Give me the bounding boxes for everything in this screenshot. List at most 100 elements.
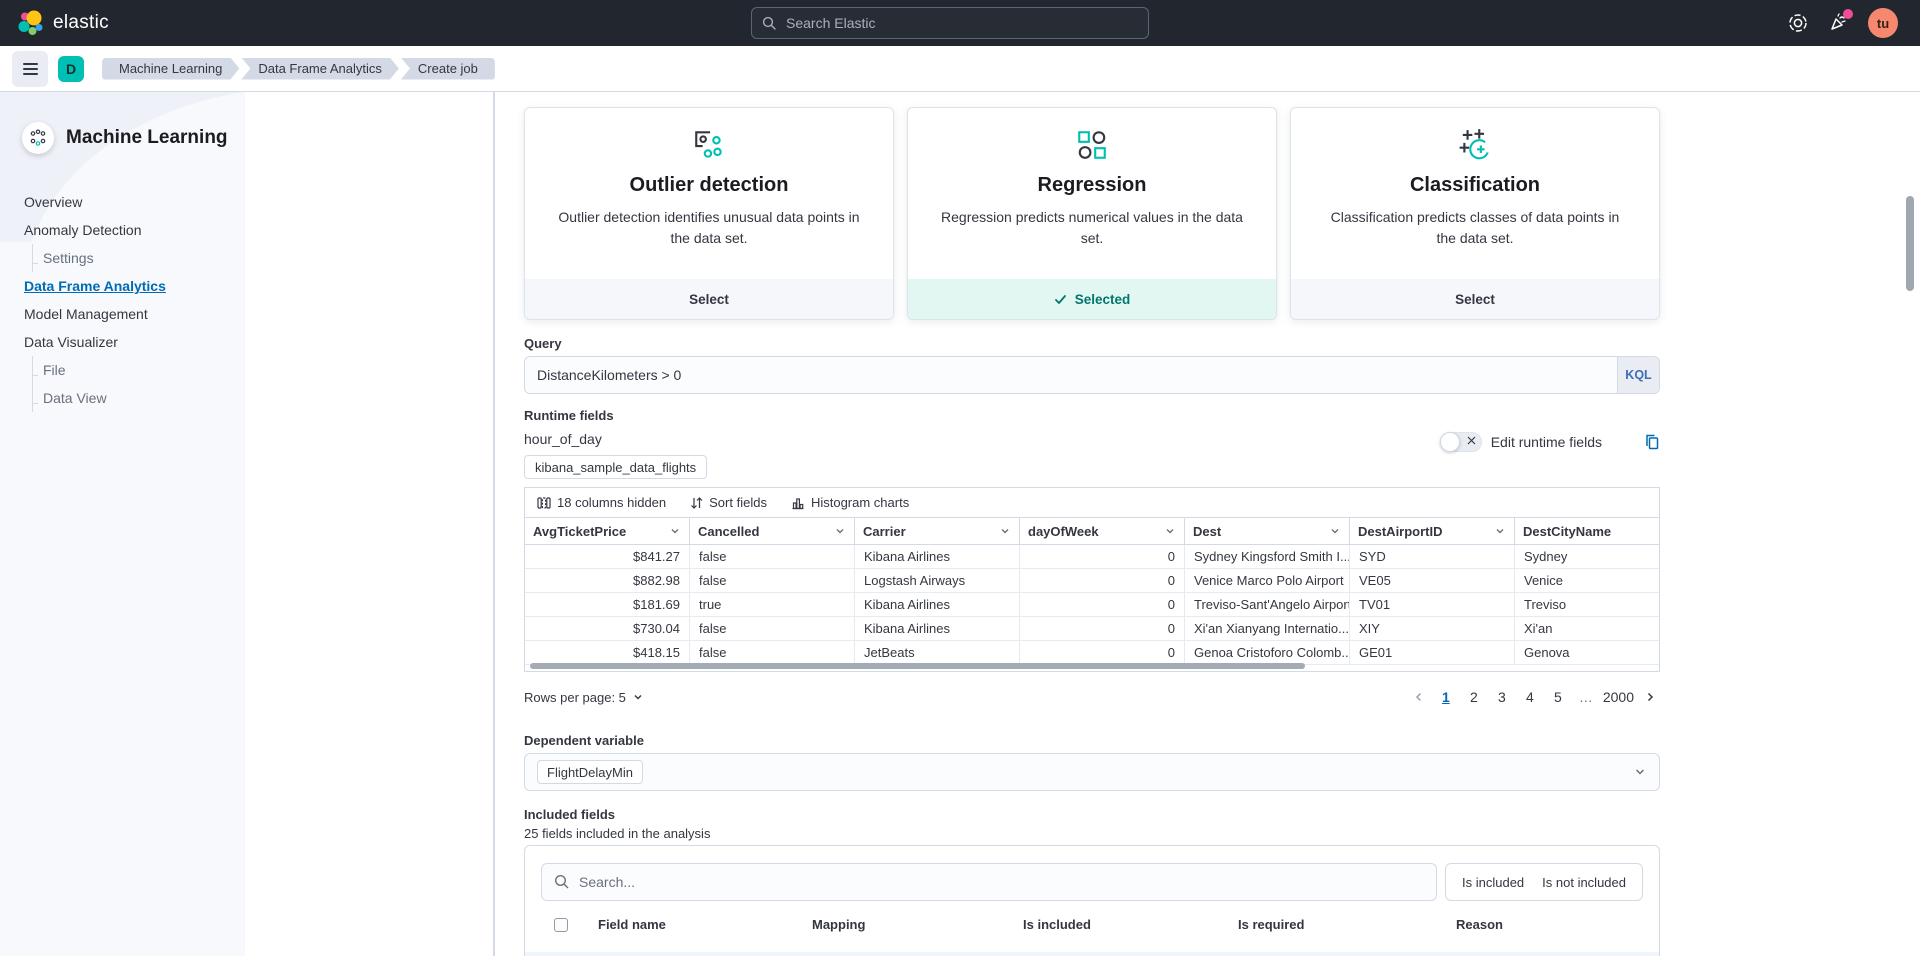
sidebar-nav: Overview Anomaly Detection Settings Data… bbox=[0, 188, 245, 412]
job-type-cards: Outlier detection Outlier detection iden… bbox=[524, 107, 1660, 320]
chevron-down-icon bbox=[1164, 525, 1176, 537]
filter-is-included[interactable]: Is included bbox=[1462, 875, 1524, 890]
selected-regression-button[interactable]: Selected bbox=[908, 279, 1276, 319]
help-icon[interactable] bbox=[1788, 13, 1808, 33]
global-search-input[interactable]: Search Elastic bbox=[751, 7, 1149, 39]
query-input[interactable]: DistanceKilometers > 0 KQL bbox=[524, 356, 1660, 394]
dependent-variable-value: FlightDelayMin bbox=[537, 760, 643, 784]
edit-runtime-fields-toggle[interactable] bbox=[1440, 432, 1482, 452]
machine-learning-app-icon bbox=[22, 122, 54, 154]
included-fields-summary: 25 fields included in the analysis bbox=[524, 826, 1660, 841]
sidebar-item-settings[interactable]: Settings bbox=[32, 244, 245, 272]
breadcrumb-machine-learning[interactable]: Machine Learning bbox=[102, 58, 239, 80]
histogram-charts-button[interactable]: Histogram charts bbox=[791, 495, 909, 510]
rows-per-page-button[interactable]: Rows per page: 5 bbox=[524, 690, 644, 705]
card-outlier-detection: Outlier detection Outlier detection iden… bbox=[524, 107, 894, 320]
chevron-down-icon bbox=[632, 691, 644, 703]
dependent-variable-select[interactable]: FlightDelayMin bbox=[524, 753, 1660, 791]
column-header-carrier[interactable]: Carrier bbox=[855, 518, 1020, 544]
card-description: Classification predicts classes of data … bbox=[1321, 207, 1629, 249]
sidebar-item-overview[interactable]: Overview bbox=[0, 188, 245, 216]
fields-search-placeholder: Search... bbox=[579, 874, 635, 890]
next-page-icon[interactable] bbox=[1640, 691, 1660, 703]
hamburger-icon bbox=[23, 63, 38, 65]
fields-column-reason: Reason bbox=[1456, 917, 1643, 932]
space-badge[interactable]: D bbox=[58, 56, 84, 82]
fields-filter-group: Is included Is not included bbox=[1445, 863, 1643, 901]
card-description: Regression predicts numerical values in … bbox=[938, 207, 1246, 249]
toggle-off-icon bbox=[1467, 436, 1476, 445]
header-actions: tu bbox=[1788, 8, 1904, 38]
pagination: 1 2 3 4 5 … 2000 bbox=[1409, 685, 1660, 709]
sidebar-title: Machine Learning bbox=[66, 127, 228, 149]
column-header-destairportid[interactable]: DestAirportID bbox=[1350, 518, 1515, 544]
horizontal-scrollbar[interactable] bbox=[530, 663, 1305, 669]
card-regression: Regression Regression predicts numerical… bbox=[907, 107, 1277, 320]
pagination-page-4[interactable]: 4 bbox=[1519, 685, 1541, 709]
card-classification: Classification Classification predicts c… bbox=[1290, 107, 1660, 320]
card-title: Outlier detection bbox=[630, 174, 789, 197]
pagination-page-3[interactable]: 3 bbox=[1491, 685, 1513, 709]
sidebar-item-data-visualizer[interactable]: Data Visualizer bbox=[0, 328, 245, 356]
table-row: $181.69 true Kibana Airlines 0 Treviso-S… bbox=[525, 593, 1659, 617]
global-search-placeholder: Search Elastic bbox=[786, 15, 875, 31]
column-header-dayofweek[interactable]: dayOfWeek bbox=[1020, 518, 1185, 544]
elastic-logo[interactable]: elastic bbox=[16, 9, 109, 37]
breadcrumb: Machine Learning Data Frame Analytics Cr… bbox=[102, 58, 495, 80]
column-header-cancelled[interactable]: Cancelled bbox=[690, 518, 855, 544]
user-avatar[interactable]: tu bbox=[1868, 8, 1898, 38]
create-job-wizard: Outlier detection Outlier detection iden… bbox=[245, 92, 1920, 956]
select-classification-button[interactable]: Select bbox=[1291, 279, 1659, 319]
pagination-page-5[interactable]: 5 bbox=[1547, 685, 1569, 709]
elastic-logo-icon bbox=[16, 9, 44, 37]
pagination-page-2000[interactable]: 2000 bbox=[1603, 685, 1634, 709]
columns-icon bbox=[537, 496, 551, 510]
elastic-logo-text: elastic bbox=[53, 12, 109, 34]
sidebar-item-data-frame-analytics[interactable]: Data Frame Analytics bbox=[0, 272, 245, 300]
menu-button[interactable] bbox=[12, 51, 48, 87]
runtime-fields-section: Runtime fields hour_of_day Edit runtime … bbox=[524, 408, 1660, 447]
check-icon bbox=[1054, 293, 1067, 306]
kibana-app: elastic Search Elastic bbox=[0, 0, 1920, 956]
sort-icon bbox=[690, 496, 703, 510]
fields-search-input[interactable]: Search... bbox=[541, 863, 1437, 901]
chevron-down-icon bbox=[999, 525, 1011, 537]
sidebar-item-model-management[interactable]: Model Management bbox=[0, 300, 245, 328]
column-header-dest[interactable]: Dest bbox=[1185, 518, 1350, 544]
source-data-grid: 18 columns hidden Sort fields bbox=[524, 487, 1660, 672]
table-row: $882.98 false Logstash Airways 0 Venice … bbox=[525, 569, 1659, 593]
notification-dot bbox=[1843, 9, 1853, 19]
columns-hidden-button[interactable]: 18 columns hidden bbox=[537, 495, 666, 510]
chevron-down-icon bbox=[1494, 525, 1506, 537]
sidebar-header: Machine Learning bbox=[0, 92, 245, 154]
query-value: DistanceKilometers > 0 bbox=[525, 367, 1617, 383]
breadcrumb-create-job: Create job bbox=[401, 58, 495, 80]
sort-fields-button[interactable]: Sort fields bbox=[690, 495, 767, 510]
sidebar-item-data-view[interactable]: Data View bbox=[32, 384, 245, 412]
column-header-destcityname[interactable]: DestCityName bbox=[1515, 518, 1660, 544]
edit-runtime-fields-label: Edit runtime fields bbox=[1491, 434, 1602, 450]
select-all-checkbox[interactable] bbox=[554, 918, 568, 932]
fields-column-is-required: Is required bbox=[1238, 917, 1456, 932]
fields-column-mapping: Mapping bbox=[812, 917, 1023, 932]
search-icon bbox=[762, 16, 777, 31]
filter-is-not-included[interactable]: Is not included bbox=[1542, 875, 1626, 890]
sidebar-item-anomaly-detection[interactable]: Anomaly Detection bbox=[0, 216, 245, 244]
copy-icon[interactable] bbox=[1643, 433, 1660, 451]
pagination-page-2[interactable]: 2 bbox=[1463, 685, 1485, 709]
table-row: $730.04 false Kibana Airlines 0 Xi'an Xi… bbox=[525, 617, 1659, 641]
fields-column-field-name: Field name bbox=[598, 917, 812, 932]
sidebar-item-file[interactable]: File bbox=[32, 356, 245, 384]
chevron-down-icon bbox=[1329, 525, 1341, 537]
fields-table-first-row bbox=[525, 952, 1659, 956]
newsfeed-icon[interactable] bbox=[1828, 13, 1848, 33]
previous-page-icon[interactable] bbox=[1409, 691, 1429, 703]
table-row: $418.15 false JetBeats 0 Genoa Cristofor… bbox=[525, 641, 1659, 665]
page-scrollbar-thumb[interactable] bbox=[1906, 196, 1914, 291]
pagination-page-1[interactable]: 1 bbox=[1435, 685, 1457, 709]
column-header-avgticketprice[interactable]: AvgTicketPrice bbox=[525, 518, 690, 544]
select-outlier-detection-button[interactable]: Select bbox=[525, 279, 893, 319]
breadcrumb-data-frame-analytics[interactable]: Data Frame Analytics bbox=[241, 58, 399, 80]
kql-language-button[interactable]: KQL bbox=[1617, 357, 1659, 393]
ml-sidebar: Machine Learning Overview Anomaly Detect… bbox=[0, 92, 245, 956]
